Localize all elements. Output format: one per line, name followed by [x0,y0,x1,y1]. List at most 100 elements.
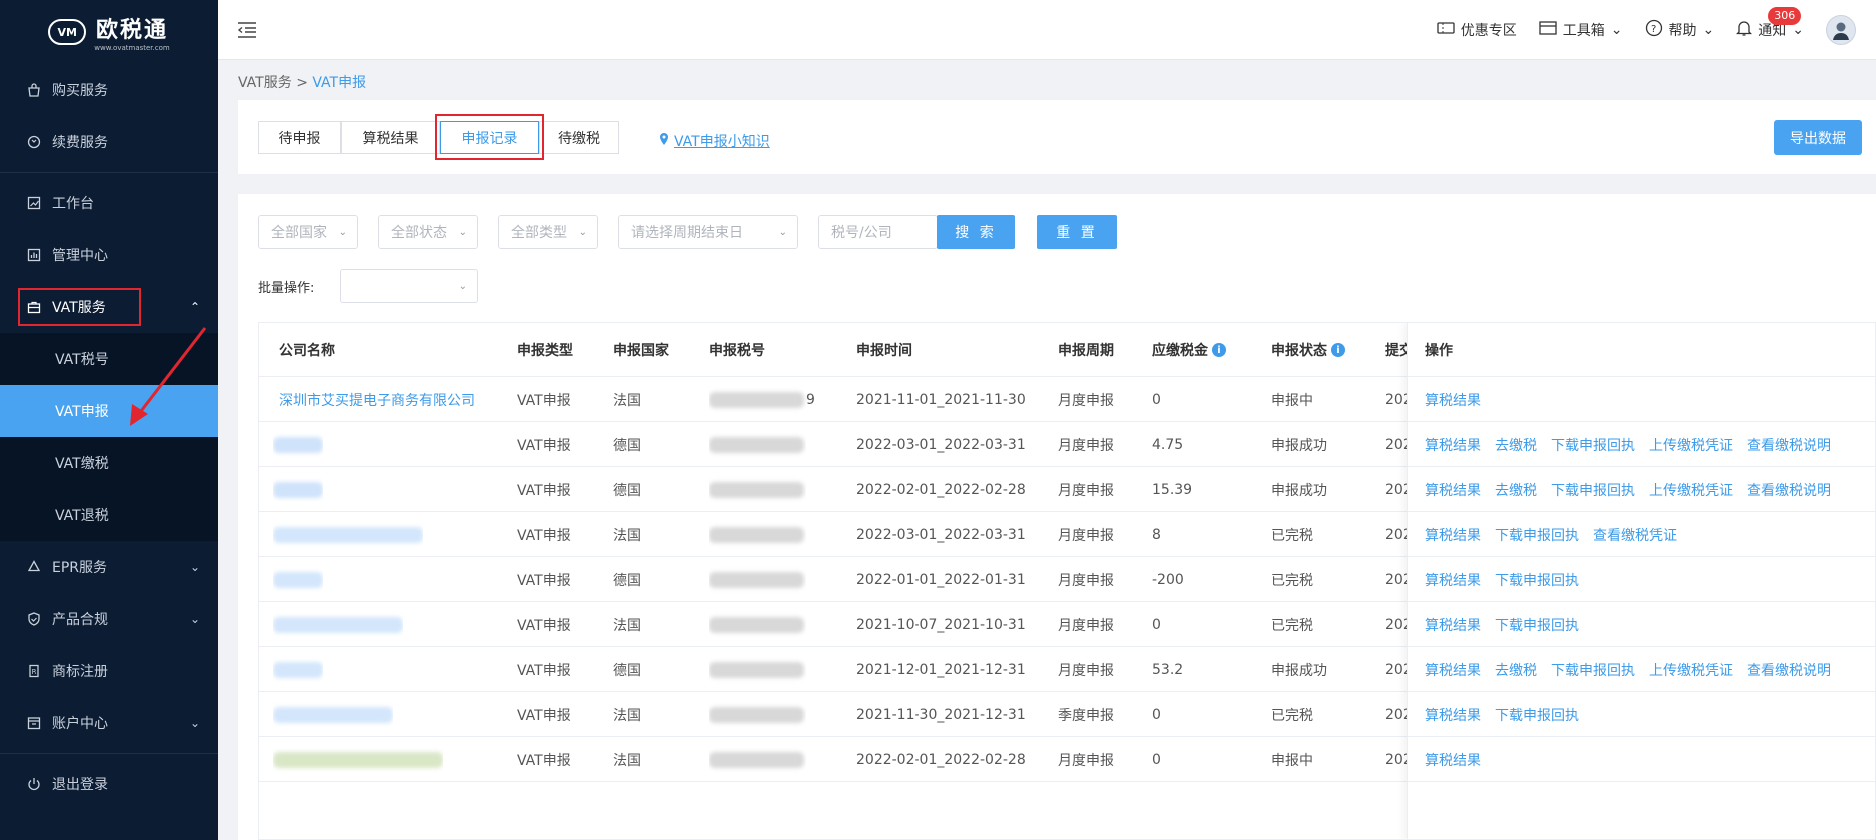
sidebar-item-renew[interactable]: 续费服务 [0,116,218,168]
cell-submit: 202 [1385,571,1407,588]
row-action-link[interactable]: 算税结果 [1425,660,1481,680]
col-header-status-label: 申报状态 [1271,343,1327,359]
export-data-button[interactable]: 导出数据 [1774,120,1862,155]
logo-mark-icon: VM [48,19,87,45]
row-action-link[interactable]: 查看缴税凭证 [1593,525,1677,545]
breadcrumb-current: VAT申报 [312,75,367,91]
row-action-link[interactable]: 算税结果 [1425,525,1481,545]
sidebar-item-buy[interactable]: 购买服务 [0,64,218,116]
row-action-link[interactable]: 算税结果 [1425,435,1481,455]
table-row: VAT申报 法国 2021-11-30_2021-12-31 季度申报 0 已完税 202 算… [259,692,1875,737]
search-button[interactable]: 搜 索 [937,215,1015,249]
cell-country: 法国 [613,707,641,724]
cell-tax-number-redacted [709,467,806,512]
row-action-link[interactable]: 算税结果 [1425,705,1481,725]
row-action-link[interactable]: 下载申报回执 [1551,435,1635,455]
sidebar-item-trademark[interactable]: R 商标注册 [0,645,218,697]
cell-actions: 算税结果 去缴税 下载申报回执 上传缴税凭证 查看缴税说明 [1425,422,1831,467]
coupon-link[interactable]: 优惠专区 [1437,20,1517,40]
batch-operation-select[interactable]: ⌄ [340,269,478,303]
sidebar-item-workbench[interactable]: 工作台 [0,177,218,229]
info-icon[interactable]: i [1331,343,1345,357]
row-action-link[interactable]: 去缴税 [1495,435,1537,455]
tab-pending[interactable]: 待申报 [258,121,341,154]
sidebar-item-epr[interactable]: EPR服务 ⌄ [0,541,218,593]
sidebar-item-compliance[interactable]: 产品合规 ⌄ [0,593,218,645]
menu-fold-icon[interactable] [236,20,258,40]
row-action-link[interactable]: 下载申报回执 [1551,660,1635,680]
row-action-link[interactable]: 查看缴税说明 [1747,660,1831,680]
type-select[interactable]: 全部类型 ⌄ [498,215,598,249]
toolbox-label: 工具箱 [1562,23,1605,39]
tab-tax-result[interactable]: 算税结果 [341,121,440,154]
search-input[interactable]: 税号/公司 [818,215,938,249]
row-action-link[interactable]: 查看缴税说明 [1747,435,1831,455]
avatar[interactable] [1826,15,1856,45]
table-row: VAT申报 法国 2022-03-01_2022-03-31 月度申报 8 已完税 202 算… [259,512,1875,557]
sidebar-subitem-vat-payment[interactable]: VAT缴税 [0,437,218,489]
cell-type: VAT申报 [517,707,571,724]
cell-country: 法国 [613,617,641,634]
cell-actions: 算税结果 去缴税 下载申报回执 上传缴税凭证 查看缴税说明 [1425,467,1831,512]
breadcrumb-parent[interactable]: VAT服务 [238,75,292,91]
row-action-link[interactable]: 下载申报回执 [1495,570,1579,590]
row-action-link[interactable]: 下载申报回执 [1495,525,1579,545]
cell-status: 申报成功 [1271,437,1327,454]
tab-unpaid[interactable]: 待缴税 [539,121,619,154]
sidebar-item-label: 产品合规 [52,612,108,628]
row-action-link[interactable]: 算税结果 [1425,480,1481,500]
sidebar-subitem-vat-refund[interactable]: VAT退税 [0,489,218,541]
col-header-country: 申报国家 [613,343,669,359]
brand-logo[interactable]: VM 欧税通 www.ovatmaster.com [0,0,218,64]
cell-submit: 202 [1385,436,1407,453]
row-action-link[interactable]: 算税结果 [1425,615,1481,635]
company-name-redacted [273,737,443,782]
cell-country: 德国 [613,662,641,679]
cell-actions: 算税结果 下载申报回执 [1425,557,1579,602]
country-select[interactable]: 全部国家 ⌄ [258,215,358,249]
row-action-link[interactable]: 上传缴税凭证 [1649,435,1733,455]
breadcrumb: VAT服务 > VAT申报 [238,72,366,92]
company-name-redacted [273,422,323,467]
row-action-link[interactable]: 算税结果 [1425,390,1481,410]
cell-period: 月度申报 [1058,572,1114,589]
cell-amount: 4.75 [1152,436,1184,453]
coupon-label: 优惠专区 [1460,23,1517,39]
row-action-link[interactable]: 下载申报回执 [1551,480,1635,500]
col-header-tax-number: 申报税号 [709,343,765,359]
col-header-company: 公司名称 [279,343,335,359]
sidebar-item-account[interactable]: 账户中心 ⌄ [0,697,218,749]
period-end-date-picker[interactable]: 请选择周期结束日 ⌄ [618,215,798,249]
cell-status: 申报成功 [1271,662,1327,679]
cell-time: 2022-03-01_2022-03-31 [856,436,1026,453]
status-select[interactable]: 全部状态 ⌄ [378,215,478,249]
row-action-link[interactable]: 上传缴税凭证 [1649,480,1733,500]
reset-button[interactable]: 重 置 [1037,215,1117,249]
help-menu[interactable]: ? 帮助 ⌄ [1645,19,1714,41]
row-action-link[interactable]: 算税结果 [1425,570,1481,590]
cell-tax-number-redacted: 9 [709,377,815,422]
row-action-link[interactable]: 上传缴税凭证 [1649,660,1733,680]
row-action-link[interactable]: 算税结果 [1425,750,1481,770]
sidebar-item-logout[interactable]: 退出登录 [0,758,218,810]
toolbox-menu[interactable]: 工具箱 ⌄ [1539,20,1623,40]
cell-amount: -200 [1152,571,1184,588]
cell-tax-number-redacted [709,647,806,692]
cell-type: VAT申报 [517,617,571,634]
company-name-link[interactable]: 深圳市艾买提电子商务有限公司 [279,377,475,422]
row-action-link[interactable]: 查看缴税说明 [1747,480,1831,500]
cell-period: 季度申报 [1058,707,1114,724]
row-action-link[interactable]: 去缴税 [1495,660,1537,680]
cell-amount: 53.2 [1152,661,1184,678]
row-action-link[interactable]: 去缴税 [1495,480,1537,500]
cell-type: VAT申报 [517,752,571,769]
row-action-link[interactable]: 下载申报回执 [1495,705,1579,725]
table-row: VAT申报 德国 2021-12-01_2021-12-31 月度申报 53.2 申报成功… [259,647,1875,692]
info-icon[interactable]: i [1212,343,1226,357]
vat-tips-link[interactable]: VAT申报小知识 [658,131,770,151]
notification-menu[interactable]: 通知 306 ⌄ [1736,7,1804,41]
cell-tax-number-redacted [709,602,806,647]
cell-status: 已完税 [1271,707,1313,724]
row-action-link[interactable]: 下载申报回执 [1495,615,1579,635]
sidebar-item-management[interactable]: 管理中心 [0,229,218,281]
